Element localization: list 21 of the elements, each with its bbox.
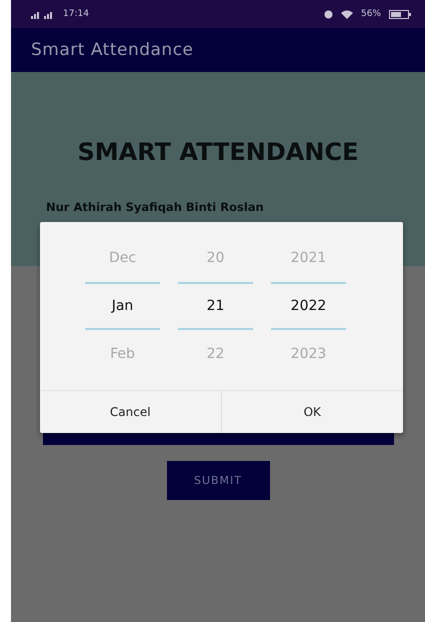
- dialog-button[interactable]: Cancel: [40, 391, 222, 433]
- picker-option[interactable]: Jan: [85, 282, 160, 330]
- picker-option[interactable]: Dec: [85, 234, 160, 282]
- picker-option[interactable]: 2021: [271, 234, 346, 282]
- picker-option[interactable]: 20: [178, 234, 253, 282]
- wifi-icon: [340, 10, 353, 18]
- signal-icon: [31, 10, 55, 18]
- page-heading: SMART ATTENDANCE: [78, 138, 358, 166]
- student-name: Nur Athirah Syafiqah Binti Roslan: [46, 200, 264, 214]
- alarm-icon: [324, 10, 333, 18]
- battery-percent: 56%: [360, 9, 381, 19]
- submit-button[interactable]: SUBMIT: [166, 461, 270, 500]
- status-time: 17:14: [63, 9, 89, 19]
- app-title: Smart Attendance: [31, 40, 194, 60]
- picker-option[interactable]: 22: [178, 330, 253, 378]
- picker-option[interactable]: 21: [178, 282, 253, 330]
- dialog-button[interactable]: OK: [222, 391, 403, 433]
- picker-option[interactable]: 2022: [271, 282, 346, 330]
- picker-option[interactable]: 2023: [271, 330, 346, 378]
- picker-option[interactable]: Feb: [85, 330, 160, 378]
- battery-icon: [389, 10, 411, 18]
